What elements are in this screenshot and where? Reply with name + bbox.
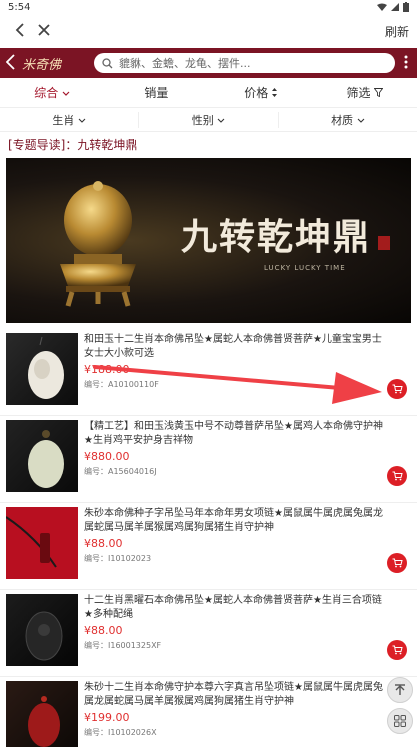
product-item[interactable]: 朱砂本命佛种子字吊坠马年本命年男女项链★属鼠属牛属虎属兔属龙属蛇属马属羊属猴属鸡… [0, 503, 417, 590]
more-menu-icon[interactable] [401, 54, 411, 73]
topic-guide-link[interactable]: [专题导读]：九转乾坤鼎 [0, 132, 417, 158]
filter-funnel-icon [373, 88, 384, 98]
grid-icon [394, 715, 406, 727]
product-code: 编号：I10102026X [84, 728, 157, 737]
product-price: ¥199.00 [84, 711, 130, 724]
filter-material[interactable]: 材质 [279, 112, 417, 128]
search-input[interactable] [119, 56, 387, 70]
product-image [6, 420, 78, 492]
product-code: 编号：A10100110F [84, 380, 159, 389]
header-back-icon[interactable] [5, 53, 16, 73]
search-icon [102, 57, 113, 68]
banner-title: 九转乾坤鼎 [181, 216, 372, 258]
product-title: 【精工艺】和田玉浅黄玉中号不动尊普萨吊坠★属鸡人本命佛守护神★生肖鸡平安护身吉祥… [84, 421, 383, 446]
product-item[interactable]: 十二生肖黑曜石本命佛吊坠★属蛇人本命佛普贤菩萨★生肖三合项链★多种配绳 ¥88.… [0, 590, 417, 677]
product-item[interactable]: 【精工艺】和田玉浅黄玉中号不动尊普萨吊坠★属鸡人本命佛守护神★生肖鸡平安护身吉祥… [0, 416, 417, 503]
product-list: 和田玉十二生肖本命佛吊坠★属蛇人本命佛普贤菩萨★儿童宝宝男士女士大小款可选 ¥1… [0, 329, 417, 747]
add-to-cart-button[interactable] [387, 553, 407, 573]
promo-banner[interactable]: 九转乾坤鼎 LUCKY LUCKY TIME [6, 158, 411, 323]
product-image [6, 594, 78, 666]
status-bar: 5:54 [0, 0, 417, 14]
category-grid-button[interactable] [387, 708, 413, 734]
product-price: ¥88.00 [84, 537, 123, 550]
sort-updown-icon [272, 88, 278, 97]
chevron-down-icon [62, 91, 70, 96]
arrow-up-icon [395, 684, 405, 695]
product-title: 和田玉十二生肖本命佛吊坠★属蛇人本命佛普贤菩萨★儿童宝宝男士女士大小款可选 [84, 334, 382, 359]
product-image [6, 507, 78, 579]
product-title: 朱砂十二生肖本命佛守护本尊六字真言吊坠项链★属鼠属牛属虎属兔属龙属蛇属马属羊属猴… [84, 682, 383, 707]
battery-icon [403, 2, 409, 12]
sort-sales[interactable]: 销量 [104, 84, 208, 101]
scroll-to-top-button[interactable] [387, 677, 413, 703]
chevron-down-icon [78, 118, 86, 123]
close-icon[interactable] [32, 21, 56, 42]
product-price: ¥880.00 [84, 450, 130, 463]
banner-subtitle: LUCKY LUCKY TIME [264, 264, 346, 272]
seal-stamp [378, 236, 390, 250]
product-image [6, 681, 78, 747]
search-box[interactable] [94, 53, 395, 73]
brand-logo: 米奇佛 [22, 57, 62, 73]
product-title: 十二生肖黑曜石本命佛吊坠★属蛇人本命佛普贤菩萨★生肖三合项链★多种配绳 [84, 595, 382, 620]
filter-zodiac[interactable]: 生肖 [0, 111, 140, 128]
product-title: 朱砂本命佛种子字吊坠马年本命年男女项链★属鼠属牛属虎属兔属龙属蛇属马属羊属猴属鸡… [84, 508, 383, 533]
product-code: 编号：I16001325XF [84, 641, 162, 650]
status-time: 5:54 [8, 1, 31, 13]
cart-icon [392, 645, 403, 655]
product-price: ¥88.00 [84, 624, 123, 637]
browser-toolbar: 刷新 [0, 14, 417, 48]
product-item[interactable]: 朱砂十二生肖本命佛守护本尊六字真言吊坠项链★属鼠属牛属虎属兔属龙属蛇属马属羊属猴… [0, 677, 417, 747]
signal-icon [391, 3, 399, 11]
status-icons [377, 2, 409, 12]
product-image [6, 333, 78, 405]
wifi-icon [377, 3, 387, 11]
cart-icon [392, 471, 403, 481]
app-header: 米奇佛 [0, 48, 417, 78]
refresh-button[interactable]: 刷新 [385, 23, 409, 40]
add-to-cart-button[interactable] [387, 466, 407, 486]
add-to-cart-button[interactable] [387, 640, 407, 660]
sort-filter[interactable]: 筛选 [313, 84, 417, 101]
cart-icon [392, 384, 403, 394]
chevron-down-icon [217, 118, 225, 123]
add-to-cart-button[interactable] [387, 379, 407, 399]
censer-image [60, 181, 136, 307]
sort-bar: 综合 销量 价格 筛选 [0, 78, 417, 108]
product-code: 编号：A15604016J [84, 467, 157, 476]
product-item[interactable]: 和田玉十二生肖本命佛吊坠★属蛇人本命佛普贤菩萨★儿童宝宝男士女士大小款可选 ¥1… [0, 329, 417, 416]
filter-bar: 生肖 性别 材质 [0, 108, 417, 132]
filter-gender[interactable]: 性别 [139, 111, 279, 128]
product-price: ¥188.00 [84, 363, 130, 376]
cart-icon [392, 558, 403, 568]
sort-price[interactable]: 价格 [209, 84, 313, 101]
sort-default[interactable]: 综合 [0, 84, 104, 101]
chevron-down-icon [357, 118, 364, 123]
product-code: 编号：I10102023 [84, 554, 152, 563]
back-arrow-icon[interactable] [8, 21, 32, 42]
